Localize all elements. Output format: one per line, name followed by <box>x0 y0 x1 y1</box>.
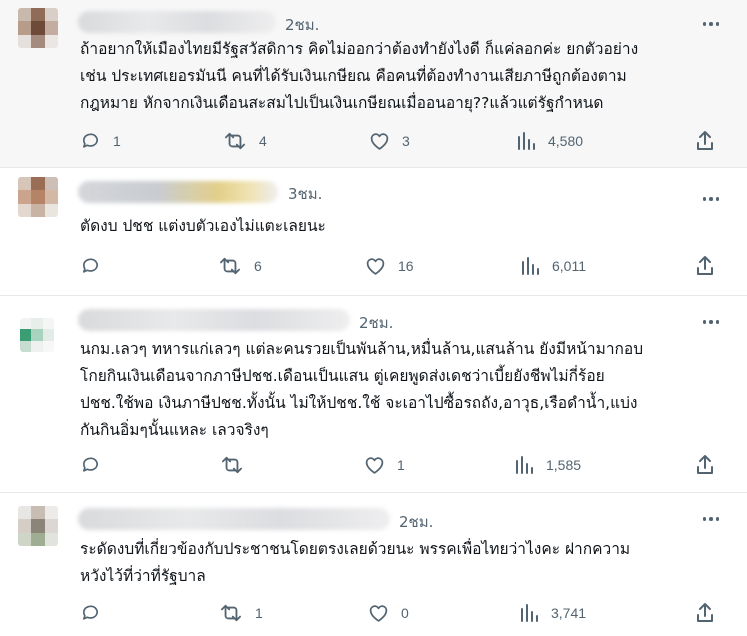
retweet-count: 4 <box>259 133 267 149</box>
dot <box>715 320 720 324</box>
reply-icon <box>82 605 98 620</box>
post-time[interactable]: 3ชม. <box>288 182 322 206</box>
dot <box>715 22 720 26</box>
reply-button[interactable] <box>80 256 113 276</box>
dot <box>715 517 720 521</box>
author-name[interactable] <box>78 181 278 203</box>
retweet-button[interactable]: 4 <box>223 131 267 151</box>
dot <box>702 320 707 324</box>
post-text: ระดัดงบที่เกี่ยวข้องกับประชาชนโดยตรงเลยด… <box>80 540 631 585</box>
views-button[interactable]: 1,585 <box>514 455 581 475</box>
retweet-count: 6 <box>254 258 262 274</box>
reply-button[interactable] <box>80 603 113 623</box>
like-count: 3 <box>402 133 410 149</box>
avatar[interactable] <box>18 506 58 546</box>
post-text: ถ้าอยากให้เมืองไทยมีรัฐสวัสดิการ คิดไม่อ… <box>80 40 639 112</box>
views-icon <box>516 456 533 474</box>
post-text: ตัดงบ ปชช แต่งบตัวเองไม่แตะเลยนะ <box>80 217 326 235</box>
reply-button[interactable]: 1 <box>80 131 121 151</box>
retweet-count: 1 <box>255 605 263 621</box>
like-button[interactable]: 16 <box>365 256 414 276</box>
share-button[interactable] <box>695 130 715 151</box>
author-name[interactable] <box>78 309 350 331</box>
post-time[interactable]: 2ชม. <box>399 510 433 534</box>
views-count: 4,580 <box>548 133 584 149</box>
share-icon <box>697 256 713 275</box>
retweet-icon <box>225 132 245 150</box>
author-name[interactable] <box>78 508 390 530</box>
views-button[interactable]: 3,741 <box>519 603 586 623</box>
avatar[interactable] <box>18 177 58 217</box>
dot <box>702 517 707 521</box>
share-icon <box>697 455 713 474</box>
heart-icon <box>366 258 385 275</box>
retweet-icon <box>222 456 242 474</box>
retweet-button[interactable]: 6 <box>218 256 262 276</box>
author-name[interactable] <box>78 11 276 33</box>
reply-icon <box>82 258 98 273</box>
reply-icon <box>82 457 98 472</box>
dot <box>709 22 713 26</box>
views-count: 6,011 <box>552 258 586 274</box>
like-count: 0 <box>401 605 409 621</box>
like-button[interactable]: 1 <box>364 455 405 475</box>
dot <box>715 197 720 201</box>
more-options-button[interactable] <box>699 14 723 34</box>
like-count: 1 <box>397 457 405 473</box>
post-2: 3ชม. ตัดงบ ปชช แต่งบตัวเองไม่แตะเลยนะ 6 … <box>0 167 747 296</box>
share-icon <box>697 603 713 622</box>
heart-icon <box>370 133 389 150</box>
more-options-button[interactable] <box>699 189 723 209</box>
avatar[interactable] <box>18 8 58 48</box>
retweet-button[interactable] <box>220 455 256 475</box>
heart-icon <box>365 457 384 474</box>
more-options-button[interactable] <box>699 509 723 529</box>
dot <box>709 197 713 201</box>
retweet-button[interactable]: 1 <box>219 603 263 623</box>
avatar[interactable] <box>20 318 54 352</box>
views-icon <box>522 257 539 275</box>
views-count: 1,585 <box>546 457 582 473</box>
like-count: 16 <box>398 258 414 274</box>
views-button[interactable]: 6,011 <box>520 256 586 276</box>
share-button[interactable] <box>695 454 715 475</box>
post-time[interactable]: 2ชม. <box>285 13 319 37</box>
retweet-icon <box>221 604 241 622</box>
like-button[interactable]: 0 <box>368 603 409 623</box>
like-button[interactable]: 3 <box>369 131 410 151</box>
reply-button[interactable] <box>80 455 113 475</box>
dot <box>709 320 713 324</box>
post-text: นกม.เลวๆ ทหารแก่เลวๆ แต่ละคนรวยเป็นพันล้… <box>80 340 644 439</box>
share-icon <box>697 131 713 150</box>
more-options-button[interactable] <box>699 312 723 332</box>
share-button[interactable] <box>695 602 715 623</box>
dot <box>702 197 707 201</box>
reply-icon <box>82 133 98 148</box>
post-4: 2ชม. ระดัดงบที่เกี่ยวข้องกับประชาชนโดยตร… <box>0 492 747 636</box>
post-1: 2ชม. ถ้าอยากให้เมืองไทยมีรัฐสวัสดิการ คิ… <box>0 0 747 168</box>
views-icon <box>518 132 535 150</box>
retweet-icon <box>220 257 240 275</box>
share-button[interactable] <box>695 255 715 276</box>
views-icon <box>521 604 538 622</box>
post-time[interactable]: 2ชม. <box>359 311 393 335</box>
reply-count: 1 <box>113 133 121 149</box>
dot <box>702 22 707 26</box>
heart-icon <box>369 605 388 622</box>
views-button[interactable]: 4,580 <box>516 131 583 151</box>
post-3: 2ชม. นกม.เลวๆ ทหารแก่เลวๆ แต่ละคนรวยเป็น… <box>0 295 747 493</box>
dot <box>709 517 713 521</box>
views-count: 3,741 <box>551 605 587 621</box>
